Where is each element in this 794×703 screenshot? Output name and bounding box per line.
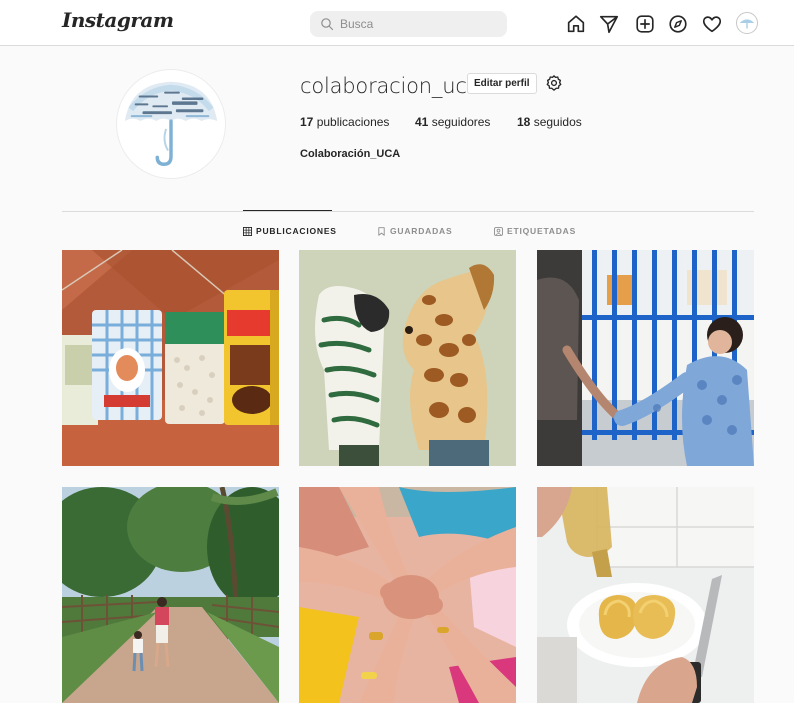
- new-post-icon[interactable]: [634, 13, 656, 35]
- tab-label: PUBLICACIONES: [256, 226, 337, 236]
- post-image: [537, 487, 754, 703]
- post-food-packages[interactable]: [62, 250, 279, 466]
- explore-icon[interactable]: [667, 13, 689, 35]
- bookmark-icon: [378, 226, 385, 236]
- profile-full-name: Colaboración_UCA: [300, 148, 401, 160]
- tab-label: ETIQUETADAS: [507, 226, 577, 236]
- profile-avatar-small[interactable]: [736, 12, 758, 34]
- followers-stat[interactable]: 41 seguidores: [415, 115, 490, 129]
- home-icon[interactable]: [565, 13, 587, 35]
- post-image: [537, 250, 754, 466]
- instagram-logo[interactable]: Instagram: [62, 8, 174, 32]
- posts-stat: 17 publicaciones: [300, 115, 389, 129]
- followers-count: 41: [415, 115, 429, 129]
- edit-profile-button[interactable]: Editar perfil: [467, 73, 537, 94]
- direct-icon[interactable]: [598, 13, 620, 35]
- posts-label: publicaciones: [316, 115, 390, 129]
- post-image: [299, 487, 516, 703]
- post-joined-hands[interactable]: [299, 487, 516, 703]
- tab-label: GUARDADAS: [390, 226, 453, 236]
- following-label: seguidos: [533, 115, 582, 129]
- following-stat[interactable]: 18 seguidos: [517, 115, 582, 129]
- post-image: [62, 250, 279, 466]
- active-tab-indicator: [243, 210, 332, 211]
- profile-picture[interactable]: [116, 69, 226, 179]
- tabs-divider: [62, 211, 754, 212]
- profile-username: colaboracion_uca: [300, 74, 480, 98]
- grid-icon: [243, 226, 252, 236]
- settings-gear-icon[interactable]: [545, 74, 563, 92]
- post-toast-with-oil[interactable]: [537, 487, 754, 703]
- post-animal-puppets[interactable]: [299, 250, 516, 466]
- tab-publicaciones[interactable]: PUBLICACIONES: [243, 226, 337, 236]
- tagged-icon: [494, 226, 503, 236]
- post-image: [62, 487, 279, 703]
- tab-etiquetadas[interactable]: ETIQUETADAS: [494, 226, 576, 236]
- posts-count: 17: [300, 115, 314, 129]
- tab-guardadas[interactable]: GUARDADAS: [377, 226, 452, 236]
- following-count: 18: [517, 115, 531, 129]
- post-child-at-school-gate[interactable]: [537, 250, 754, 466]
- followers-label: seguidores: [431, 115, 491, 129]
- post-park-walk[interactable]: [62, 487, 279, 703]
- search-icon: [321, 18, 334, 31]
- activity-heart-icon[interactable]: [701, 13, 723, 35]
- post-image: [299, 250, 516, 466]
- top-navigation-bar: Instagram: [0, 0, 794, 46]
- search-input[interactable]: [310, 11, 507, 37]
